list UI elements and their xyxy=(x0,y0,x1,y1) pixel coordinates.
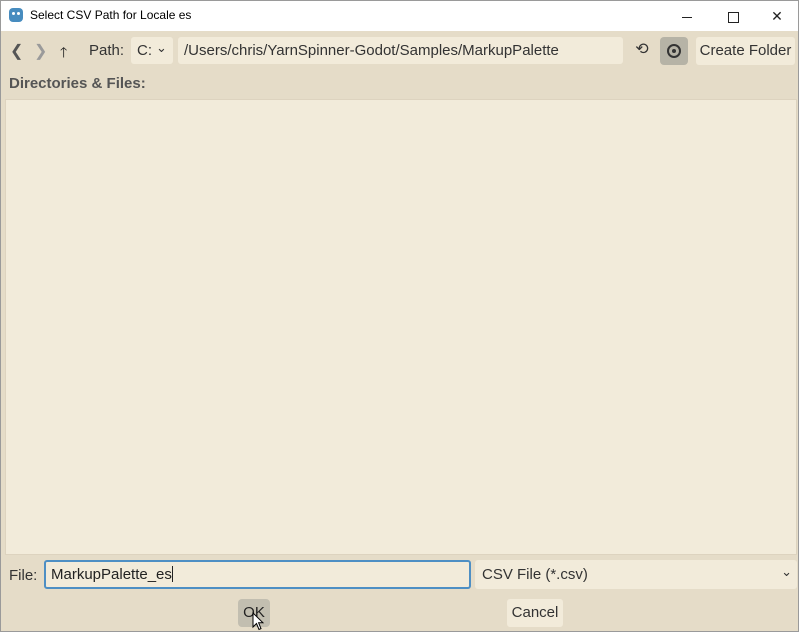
close-icon: ✕ xyxy=(771,8,783,24)
forward-button[interactable]: ❯ xyxy=(34,41,47,61)
text-caret xyxy=(171,566,173,582)
drive-value: C: xyxy=(137,42,152,59)
arrow-up-icon: 🡑 xyxy=(60,44,68,60)
chevron-down-icon: ⌄ xyxy=(781,564,792,579)
close-button[interactable]: ✕ xyxy=(754,1,798,31)
filter-value: CSV File (*.csv) xyxy=(482,566,588,583)
path-input[interactable]: /Users/chris/YarnSpinner-Godot/Samples/M… xyxy=(178,37,623,64)
maximize-button[interactable] xyxy=(710,1,756,31)
maximize-icon xyxy=(727,11,739,23)
file-name-input[interactable]: MarkupPalette_es xyxy=(44,560,471,589)
chevron-down-icon: ⌄ xyxy=(156,40,167,55)
chevron-left-icon: ❮ xyxy=(10,43,24,60)
window-title: Select CSV Path for Locale es xyxy=(30,8,192,22)
cancel-button[interactable]: Cancel xyxy=(507,599,563,627)
refresh-icon: ⟲ xyxy=(635,41,649,58)
file-name-value: MarkupPalette_es xyxy=(51,566,172,583)
toggle-hidden-files-button[interactable] xyxy=(660,37,688,65)
refresh-button[interactable]: ⟲ xyxy=(631,39,653,63)
drive-select[interactable]: C: ⌄ xyxy=(131,37,173,64)
godot-logo-icon xyxy=(9,8,23,22)
title-bar: Select CSV Path for Locale es ✕ xyxy=(1,1,798,31)
mouse-cursor-icon xyxy=(252,612,264,631)
directories-files-label: Directories & Files: xyxy=(9,75,146,92)
eye-icon xyxy=(667,44,681,58)
file-filter-select[interactable]: CSV File (*.csv) ⌄ xyxy=(475,560,797,589)
file-list[interactable] xyxy=(5,99,797,555)
file-dialog-window: Select CSV Path for Locale es ✕ ❮ ❯ 🡑 Pa… xyxy=(0,0,799,632)
back-button[interactable]: ❮ xyxy=(10,41,23,61)
chevron-right-icon: ❯ xyxy=(34,43,48,60)
minimize-icon xyxy=(682,16,692,18)
path-label: Path: xyxy=(89,42,125,59)
parent-folder-button[interactable]: 🡑 xyxy=(60,42,67,66)
file-label: File: xyxy=(9,567,38,584)
create-folder-button[interactable]: Create Folder xyxy=(696,37,795,65)
minimize-button[interactable] xyxy=(664,1,710,31)
